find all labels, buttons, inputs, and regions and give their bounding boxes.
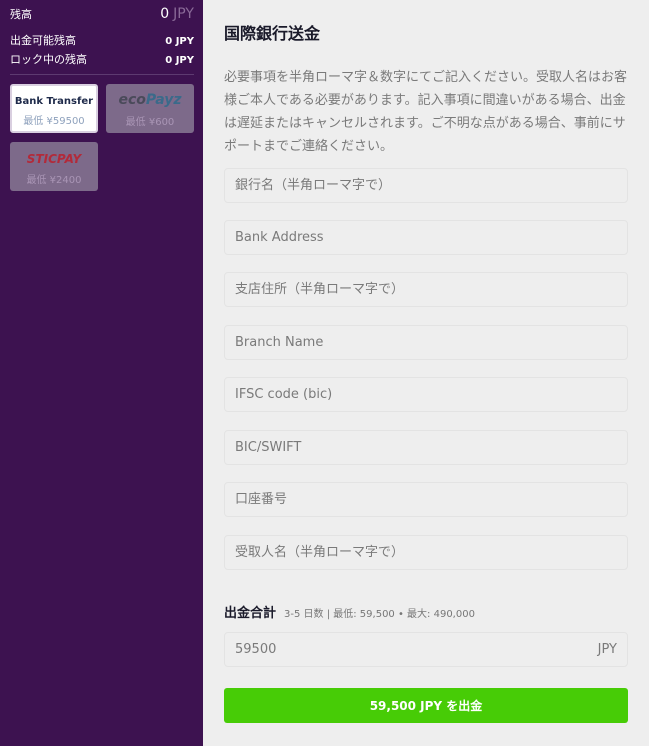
ecopayz-min: 最低 ¥600: [125, 117, 175, 128]
balance-currency: JPY: [173, 6, 194, 22]
balance-value: 0: [160, 6, 170, 22]
bank-address-field[interactable]: [224, 220, 628, 255]
recipient-name-field[interactable]: [224, 535, 628, 570]
bic-swift-input[interactable]: [225, 431, 627, 464]
bank-name-input[interactable]: [225, 169, 627, 202]
amount-value[interactable]: 59500: [235, 642, 276, 657]
ecopayz-logo-b: Payz: [145, 92, 182, 108]
withdraw-form: 国際銀行送金 必要事項を半角ローマ字＆数字にてご記入ください。受取人名はお客様ご…: [203, 0, 649, 746]
branch-name-field[interactable]: [224, 325, 628, 360]
total-label: 出金合計: [224, 606, 277, 621]
method-ecopayz[interactable]: ecoPayz 最低 ¥600: [106, 84, 194, 133]
amount-field[interactable]: 59500 JPY: [224, 632, 628, 667]
ecopayz-logo-a: eco: [118, 92, 146, 108]
bank-transfer-min: 最低 ¥59500: [23, 116, 85, 127]
account-number-field[interactable]: [224, 482, 628, 517]
balance-label: 残高: [10, 8, 32, 21]
sidebar-divider: [10, 74, 194, 75]
locked-value: 0 JPY: [165, 55, 194, 66]
balance-row: 残高 0 JPY: [10, 6, 194, 22]
method-bank-transfer[interactable]: Bank Transfer 最低 ¥59500: [10, 84, 98, 133]
withdraw-button[interactable]: 59,500 JPY を出金: [224, 688, 628, 723]
ecopayz-logo: ecoPayz: [106, 92, 194, 108]
bank-name-field[interactable]: [224, 168, 628, 203]
total-header: 出金合計 3-5 日数 | 最低: 59,500 • 最大: 490,000: [224, 602, 475, 621]
branch-address-field[interactable]: [224, 272, 628, 307]
ifsc-code-input[interactable]: [225, 378, 627, 411]
withdrawable-row: 出金可能残高 0 JPY: [10, 32, 194, 48]
locked-label: ロック中の残高: [10, 53, 87, 66]
sticpay-logo: STICPAY: [26, 152, 82, 166]
withdrawable-value: 0 JPY: [165, 36, 194, 47]
sticpay-min: 最低 ¥2400: [26, 175, 82, 186]
bank-address-input[interactable]: [225, 221, 627, 254]
sidebar: 残高 0 JPY 出金可能残高 0 JPY ロック中の残高 0 JPY Bank …: [0, 0, 203, 746]
total-info: 3-5 日数 | 最低: 59,500 • 最大: 490,000: [284, 609, 475, 620]
page-title: 国際銀行送金: [224, 24, 321, 43]
recipient-name-input[interactable]: [225, 536, 627, 569]
amount-currency: JPY: [597, 642, 617, 657]
balance-value-wrap: 0 JPY: [160, 6, 194, 22]
form-description: 必要事項を半角ローマ字＆数字にてご記入ください。受取人名はお客様ご本人である必要…: [224, 70, 628, 154]
bic-swift-field[interactable]: [224, 430, 628, 465]
bank-transfer-logo: Bank Transfer: [14, 96, 94, 107]
branch-address-input[interactable]: [225, 273, 627, 306]
account-number-input[interactable]: [225, 483, 627, 516]
withdrawable-label: 出金可能残高: [10, 34, 76, 47]
ifsc-code-field[interactable]: [224, 377, 628, 412]
branch-name-input[interactable]: [225, 326, 627, 359]
locked-row: ロック中の残高 0 JPY: [10, 51, 194, 67]
method-sticpay[interactable]: STICPAY 最低 ¥2400: [10, 142, 98, 191]
